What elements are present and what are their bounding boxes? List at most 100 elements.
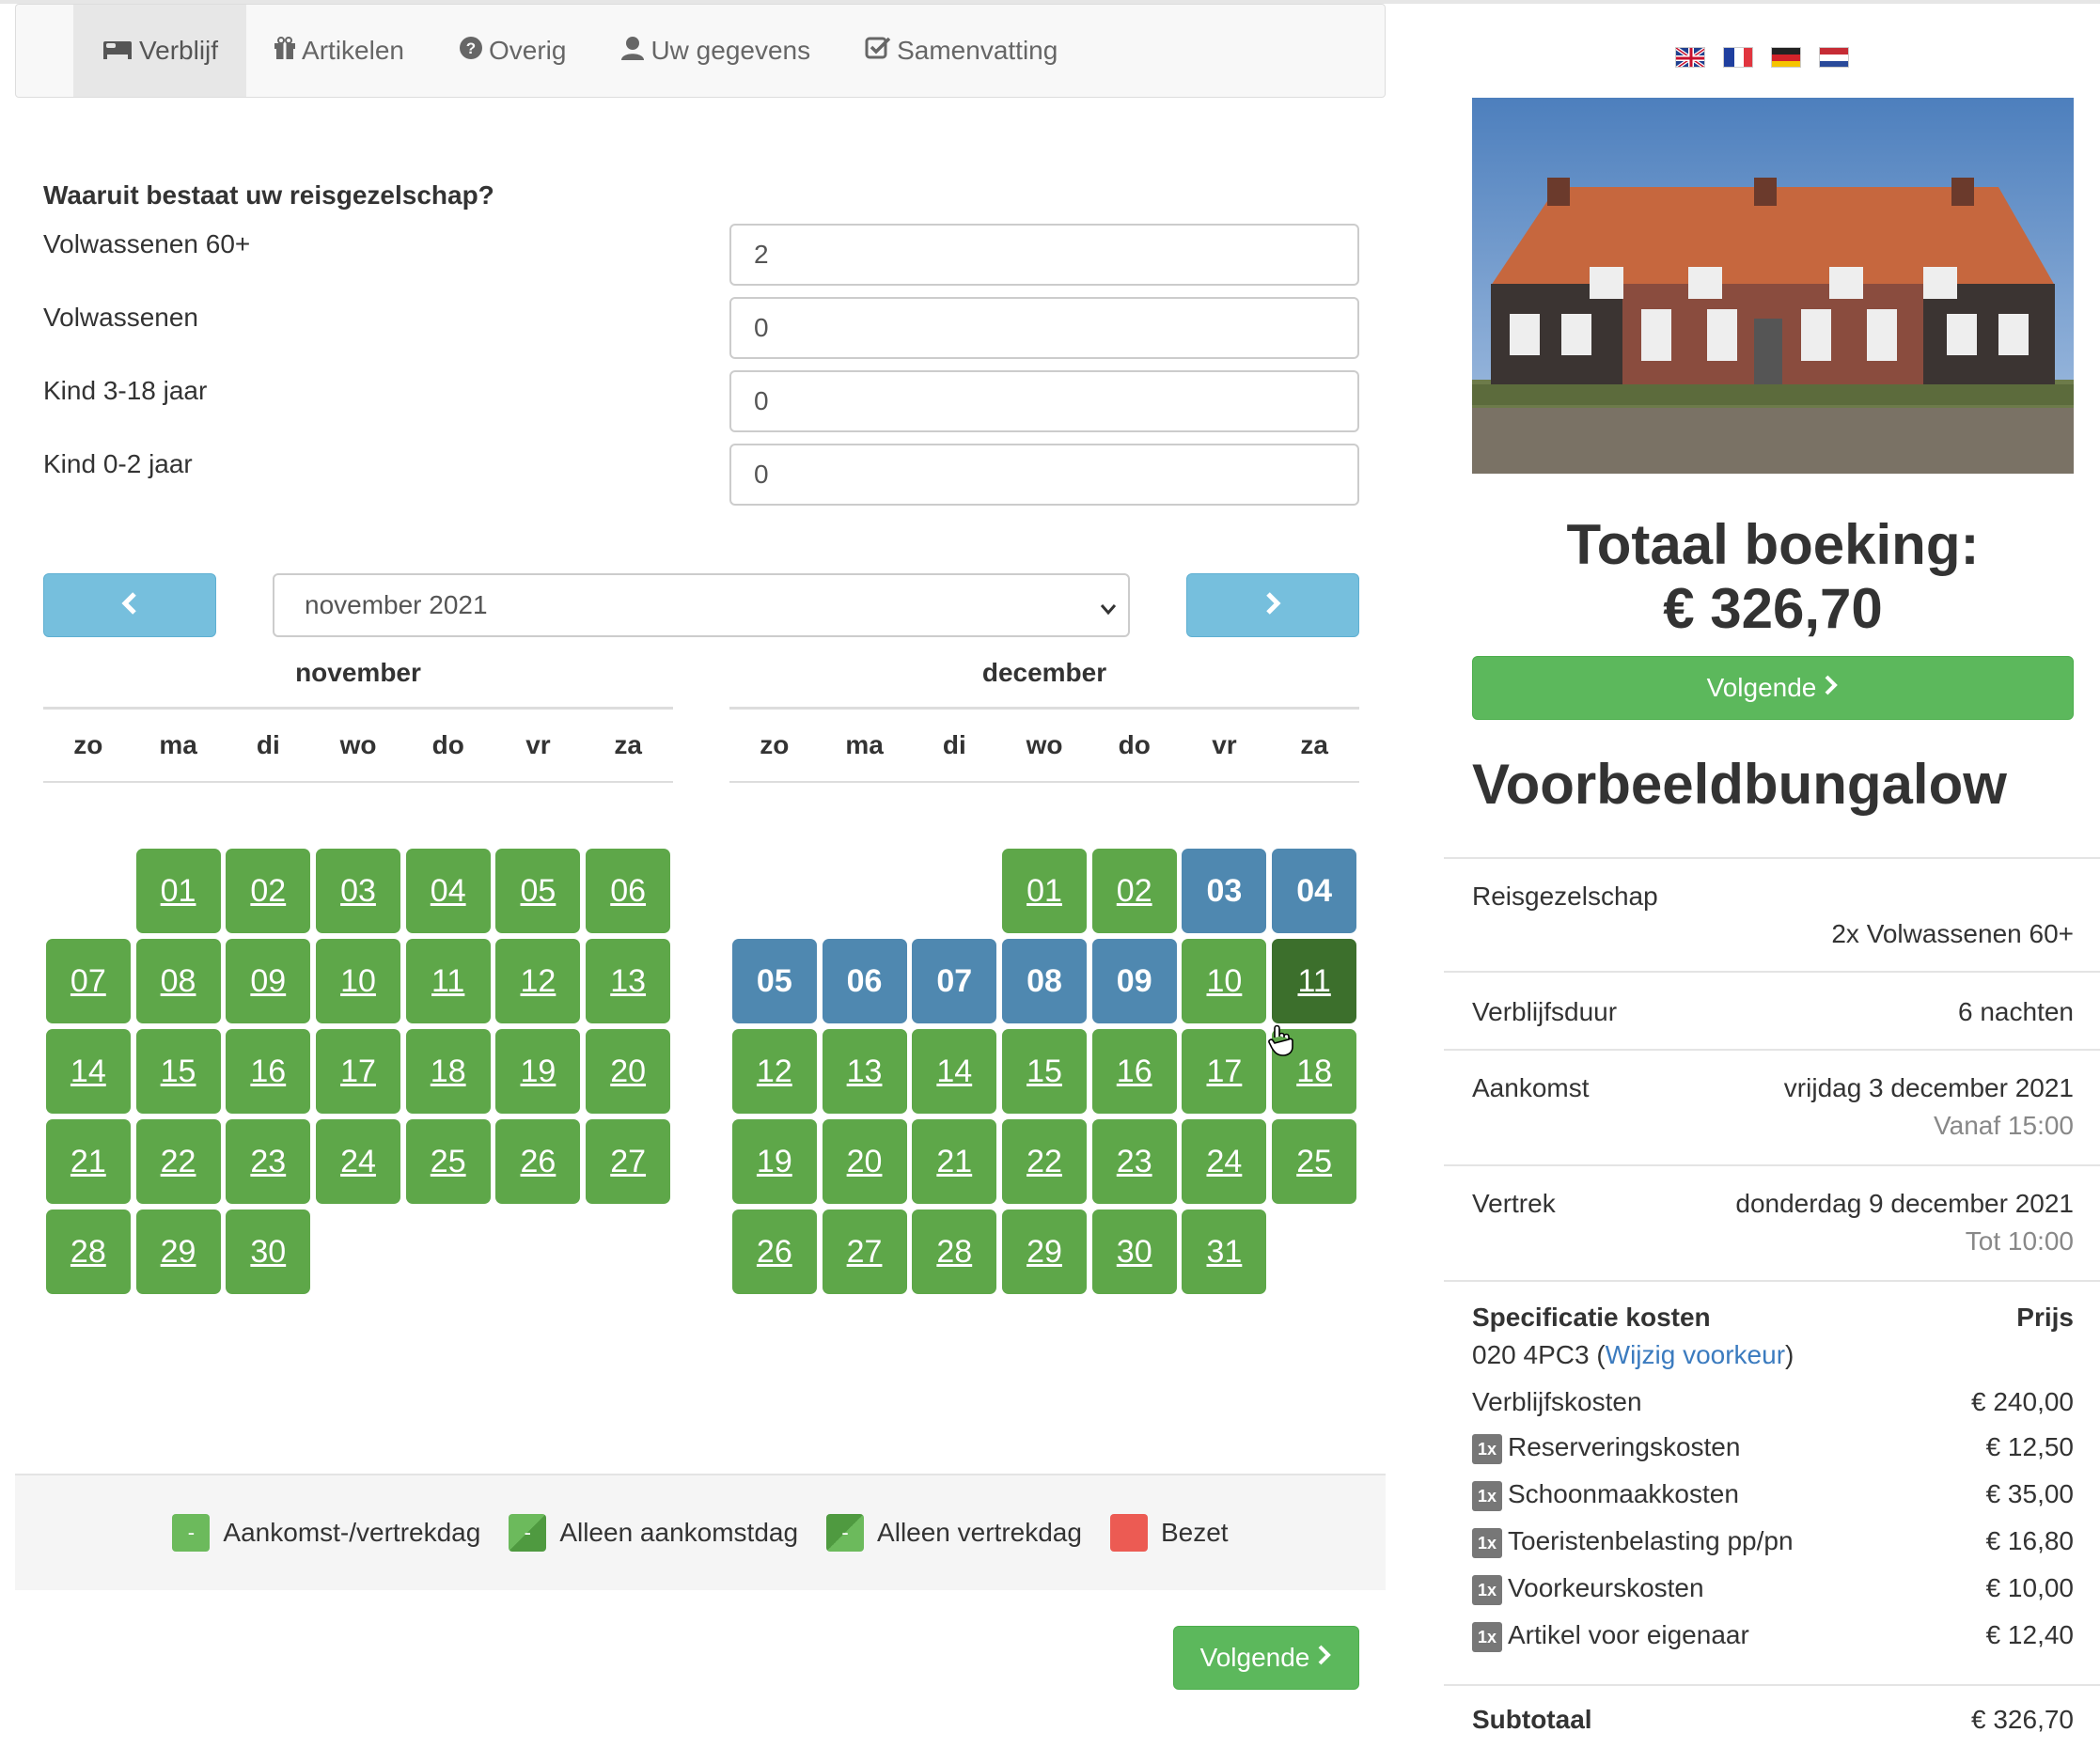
calendar-day[interactable]: 15: [135, 1029, 221, 1114]
calendar-day[interactable]: 26: [731, 1210, 817, 1294]
calendar-day[interactable]: 23: [1091, 1119, 1177, 1204]
legend-swatch-arrival: -: [509, 1514, 547, 1552]
calendar-day[interactable]: 16: [1091, 1029, 1177, 1114]
calendar-day[interactable]: 23: [226, 1119, 311, 1204]
netherlands-flag-icon[interactable]: [1819, 47, 1849, 68]
child-0-2-input[interactable]: [729, 444, 1359, 506]
calendar-day[interactable]: 21: [912, 1119, 997, 1204]
calendar-december: december zo ma di wo do vr za 01 02 03 04 05…: [729, 650, 1359, 1294]
germany-flag-icon[interactable]: [1771, 47, 1801, 68]
tab-overig[interactable]: ? Overig: [431, 5, 593, 97]
calendar-day[interactable]: 09: [1091, 939, 1177, 1023]
calendar-day[interactable]: 14: [912, 1029, 997, 1114]
calendar-day[interactable]: 15: [1002, 1029, 1087, 1114]
calendar-day[interactable]: 26: [495, 1119, 581, 1204]
tab-verblijf[interactable]: Verblijf: [73, 5, 247, 97]
cost-item-price: € 16,80: [1985, 1526, 2074, 1555]
next-month-button[interactable]: [1186, 573, 1359, 637]
calendar-day[interactable]: 29: [135, 1210, 221, 1294]
calendar-day[interactable]: 30: [1091, 1210, 1177, 1294]
calendar-day[interactable]: 08: [135, 939, 221, 1023]
weekday-label: ma: [845, 730, 884, 759]
calendar-day[interactable]: 24: [316, 1119, 400, 1204]
calendar-grid: 01 02 03 04 05 06 07 08 09 10 11 12 13 14 15 16 17 18 19 20…: [729, 783, 1359, 1294]
calendar-day[interactable]: 19: [731, 1119, 817, 1204]
spec-title: Specificatie kosten: [1472, 1303, 1711, 1332]
sidebar-next-button[interactable]: Volgende: [1472, 656, 2074, 720]
legend-label: Alleen aankomstdag: [559, 1518, 799, 1547]
calendar-day[interactable]: 10: [316, 939, 400, 1023]
calendar-day[interactable]: 25: [405, 1119, 491, 1204]
calendar-day[interactable]: 07: [45, 939, 131, 1023]
calendar-day[interactable]: 04: [405, 849, 491, 933]
calendar-day[interactable]: 27: [822, 1210, 907, 1294]
calendar-day[interactable]: 19: [495, 1029, 581, 1114]
calendar-day[interactable]: 17: [316, 1029, 400, 1114]
calendar-day[interactable]: 09: [226, 939, 311, 1023]
calendar-day[interactable]: 30: [226, 1210, 311, 1294]
tab-artikelen[interactable]: Artikelen: [246, 5, 431, 97]
quantity-badge: 1x: [1472, 1480, 1502, 1511]
calendar-day[interactable]: 18: [405, 1029, 491, 1114]
uk-flag-icon[interactable]: [1675, 47, 1705, 68]
tab-label: Samenvatting: [897, 36, 1058, 65]
duration-label: Verblijfsduur: [1472, 997, 1618, 1026]
adults-input[interactable]: [729, 297, 1359, 359]
calendar-day[interactable]: 28: [912, 1210, 997, 1294]
child-3-18-input[interactable]: [729, 370, 1359, 432]
calendar-day[interactable]: 12: [731, 1029, 817, 1114]
adults-60-input[interactable]: [729, 224, 1359, 286]
calendar-day[interactable]: 13: [822, 1029, 907, 1114]
party-title: Waaruit bestaat uw reisgezelschap?: [43, 180, 494, 210]
calendar-day[interactable]: 01: [1002, 849, 1087, 933]
prev-month-button[interactable]: [43, 573, 216, 637]
calendar-day[interactable]: 20: [822, 1119, 907, 1204]
calendar-day[interactable]: 06: [586, 849, 671, 933]
month-select[interactable]: november 2021: [273, 573, 1130, 637]
calendar-day[interactable]: 12: [495, 939, 581, 1023]
calendar-day[interactable]: 01: [135, 849, 221, 933]
calendar-day[interactable]: 05: [731, 939, 817, 1023]
calendar-day[interactable]: 11: [405, 939, 491, 1023]
legend-item: - Aankomst-/vertrekdag: [172, 1514, 480, 1552]
calendar-day[interactable]: 02: [226, 849, 311, 933]
calendar-day[interactable]: 06: [822, 939, 907, 1023]
calendar-day[interactable]: 22: [135, 1119, 221, 1204]
calendar-day[interactable]: 24: [1182, 1119, 1267, 1204]
calendar-day[interactable]: 07: [912, 939, 997, 1023]
next-button[interactable]: Volgende: [1173, 1626, 1359, 1690]
calendar-day[interactable]: 05: [495, 849, 581, 933]
weekday-header: zo ma di wo do vr za: [43, 710, 673, 783]
legend-label: Aankomst-/vertrekdag: [223, 1518, 481, 1547]
bed-icon: [102, 36, 133, 67]
calendar-day[interactable]: 28: [45, 1210, 131, 1294]
calendar-day[interactable]: 16: [226, 1029, 311, 1114]
calendar-day[interactable]: 27: [586, 1119, 671, 1204]
tab-label: Artikelen: [302, 36, 404, 65]
adults-label: Volwassenen: [43, 303, 199, 332]
calendar-legend: - Aankomst-/vertrekdag - Alleen aankomst…: [15, 1474, 1386, 1590]
calendar-day[interactable]: 31: [1182, 1210, 1267, 1294]
calendar-day[interactable]: 17: [1182, 1029, 1267, 1114]
calendar-day[interactable]: 14: [45, 1029, 131, 1114]
calendar-day[interactable]: 20: [586, 1029, 671, 1114]
weekday-label: za: [1300, 730, 1328, 759]
change-preference-link[interactable]: Wijzig voorkeur: [1606, 1340, 1785, 1369]
calendar-day[interactable]: 21: [45, 1119, 131, 1204]
calendar-day[interactable]: 29: [1002, 1210, 1087, 1294]
calendar-day[interactable]: 03: [316, 849, 400, 933]
summary-row-duration: Verblijfsduur 6 nachten: [1444, 971, 2100, 1050]
calendar-day[interactable]: 03: [1182, 849, 1267, 933]
cost-item: 1x Schoonmaakkosten € 35,00: [1472, 1479, 2074, 1517]
calendar-day[interactable]: 04: [1272, 849, 1357, 933]
calendar-day[interactable]: 22: [1002, 1119, 1087, 1204]
france-flag-icon[interactable]: [1723, 47, 1753, 68]
tab-uw-gegevens[interactable]: Uw gegevens: [593, 5, 838, 97]
calendar-day[interactable]: 25: [1272, 1119, 1357, 1204]
calendar-day[interactable]: 02: [1091, 849, 1177, 933]
calendar-day[interactable]: 13: [586, 939, 671, 1023]
calendar-day[interactable]: 08: [1002, 939, 1087, 1023]
tab-samenvatting[interactable]: Samenvatting: [838, 5, 1085, 97]
calendar-day[interactable]: 11: [1272, 939, 1357, 1023]
calendar-day[interactable]: 10: [1182, 939, 1267, 1023]
